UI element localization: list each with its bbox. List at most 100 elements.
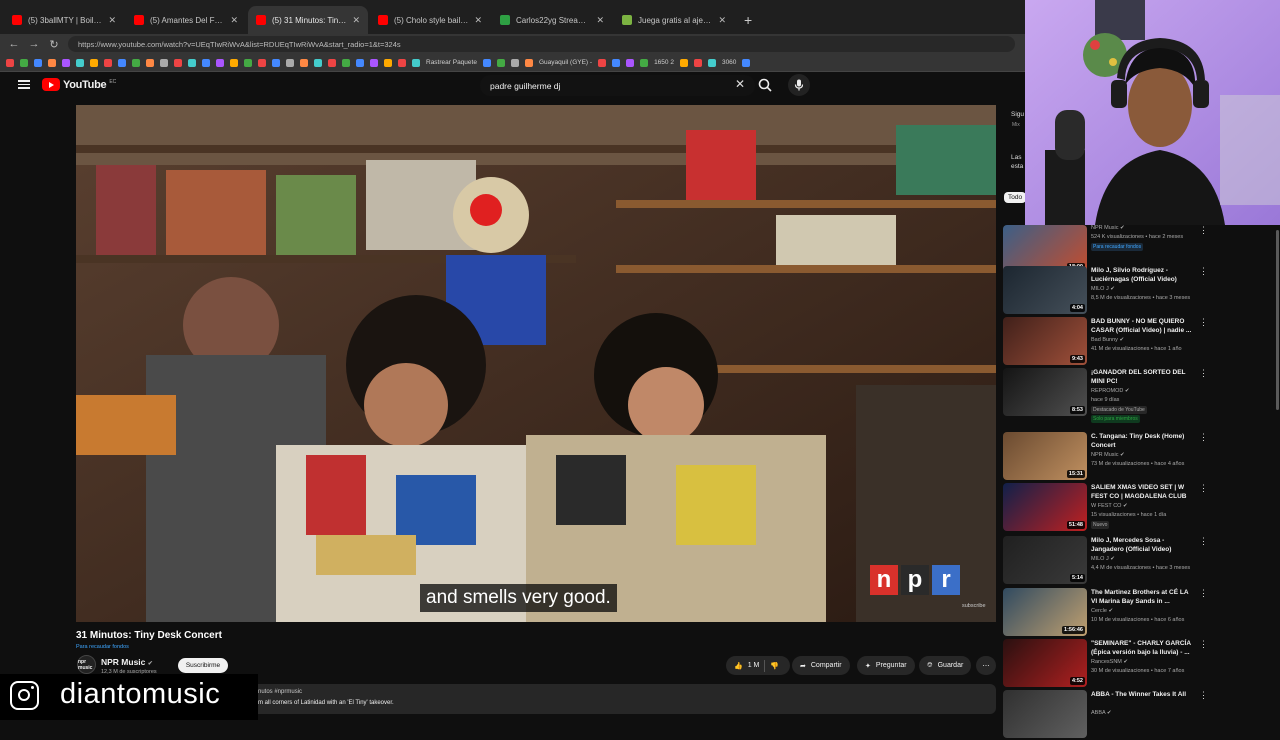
recommendation-title[interactable]: ABBA - The Winner Takes It All	[1091, 690, 1195, 699]
bookmark-icon[interactable]	[76, 58, 84, 67]
recommendation-channel[interactable]: W FEST CO ✔	[1091, 503, 1128, 509]
recommendation-item[interactable]: 5:14 Milo J, Mercedes Sosa - Jangadero (O…	[1003, 536, 1273, 586]
tab-close-icon[interactable]: ✕	[352, 15, 360, 26]
bookmark-icon[interactable]	[640, 58, 649, 67]
more-options-icon[interactable]: ⋮	[1199, 588, 1208, 599]
recommendation-thumbnail[interactable]: 4:52	[1003, 639, 1087, 687]
bookmark-icon[interactable]	[20, 58, 28, 67]
bookmark-icon[interactable]	[412, 58, 420, 67]
filter-chip-all[interactable]: Todo	[1004, 192, 1027, 203]
browser-tab[interactable]: (5) Cholo style bailando cumbia re ✕	[370, 6, 490, 34]
recommendation-title[interactable]: BAD BUNNY - NO ME QUIERO CASAR (Official…	[1091, 317, 1195, 335]
tab-close-icon[interactable]: ✕	[596, 15, 604, 26]
bookmark-icon[interactable]	[612, 58, 621, 67]
bookmark-icon[interactable]	[679, 58, 688, 67]
recommendation-channel[interactable]: MILO J ✔	[1091, 556, 1115, 562]
menu-icon[interactable]	[18, 78, 30, 91]
more-options-icon[interactable]: ⋮	[1199, 483, 1208, 494]
recommendation-item[interactable]: 9:43 BAD BUNNY - NO ME QUIERO CASAR (Offi…	[1003, 317, 1273, 367]
channel-name[interactable]: NPR Music ✔	[101, 657, 153, 667]
bookmark-icon[interactable]	[524, 58, 533, 67]
bookmark-label[interactable]: Guayaquil (GYE) -	[539, 59, 592, 66]
reload-icon[interactable]: ↻	[48, 38, 60, 51]
recommendation-item[interactable]: 8:53 ¡GANADOR DEL SORTEO DEL MINI PC! REPR…	[1003, 368, 1273, 423]
subscribe-button[interactable]: Suscribirme	[178, 658, 228, 673]
recommendation-thumbnail[interactable]: 9:43	[1003, 317, 1087, 365]
more-options-icon[interactable]: ⋮	[1199, 432, 1208, 443]
new-tab-button[interactable]: +	[736, 12, 760, 34]
recommendation-item[interactable]: 15:31 C. Tangana: Tiny Desk (Home) Concer…	[1003, 432, 1273, 482]
bookmark-icon[interactable]	[482, 58, 491, 67]
bookmark-icon[interactable]	[62, 58, 70, 67]
bookmark-icon[interactable]	[342, 58, 350, 67]
recommendation-channel[interactable]: NPR Music ✔	[1091, 452, 1125, 458]
bookmark-icon[interactable]	[202, 58, 210, 67]
save-button[interactable]: ⎊ Guardar	[919, 656, 972, 675]
address-bar[interactable]: https://www.youtube.com/watch?v=UEqTIwRi…	[68, 36, 1015, 52]
more-options-icon[interactable]: ⋮	[1199, 690, 1208, 701]
more-options-icon[interactable]: ⋮	[1199, 368, 1208, 379]
voice-search-button[interactable]	[788, 74, 810, 96]
recommendation-title[interactable]: SALIEM XMAS VIDEO SET | W FEST CO | MAGD…	[1091, 483, 1195, 501]
channel-avatar[interactable]: npr music	[77, 655, 96, 674]
recommendation-title[interactable]: The Martinez Brothers at CÉ LA VI Marina…	[1091, 588, 1195, 606]
browser-tab[interactable]: Carlos22yg Stream - Watch L ✕	[492, 6, 612, 34]
bookmark-icon[interactable]	[370, 58, 378, 67]
bookmark-icon[interactable]	[118, 58, 126, 67]
recommendation-channel[interactable]: Bad Bunny ✔	[1091, 337, 1124, 343]
recommendation-item[interactable]: ABBA - The Winner Takes It All ABBA ✔ ⋮	[1003, 690, 1273, 740]
recommendation-thumbnail[interactable]: 1:56:46	[1003, 588, 1087, 636]
browser-tab[interactable]: Juega gratis al ajedrez online con ✕	[614, 6, 734, 34]
recommendation-channel[interactable]: RancesSNM ✔	[1091, 659, 1128, 665]
bookmark-icon[interactable]	[707, 58, 716, 67]
bookmark-icon[interactable]	[160, 58, 168, 67]
recommendation-channel[interactable]: REPROMOD ✔	[1091, 388, 1130, 394]
recommendation-channel[interactable]: ABBA ✔	[1091, 710, 1112, 716]
search-input[interactable]: padre guilherme dj	[480, 75, 755, 96]
recommendation-thumbnail[interactable]: 15:31	[1003, 432, 1087, 480]
share-button[interactable]: ➦ Compartir	[792, 656, 850, 675]
bookmark-icon[interactable]	[174, 58, 182, 67]
clear-search-icon[interactable]: ✕	[735, 77, 745, 91]
tab-close-icon[interactable]: ✕	[718, 15, 726, 26]
bookmark-icon[interactable]	[216, 58, 224, 67]
bookmark-icon[interactable]	[693, 58, 702, 67]
sidebar-scrollbar[interactable]	[1276, 230, 1279, 410]
bookmark-icon[interactable]	[146, 58, 154, 67]
browser-tab[interactable]: (5) Amantes Del Futuro | Boiler Ro ✕	[126, 6, 246, 34]
bookmark-icon[interactable]	[314, 58, 322, 67]
bookmark-icon[interactable]	[6, 58, 14, 67]
bookmark-icon[interactable]	[132, 58, 140, 67]
more-options-icon[interactable]: ⋮	[1199, 225, 1208, 236]
more-options-icon[interactable]: ⋮	[1199, 639, 1208, 650]
bookmark-icon[interactable]	[328, 58, 336, 67]
bookmark-icon[interactable]	[34, 58, 42, 67]
bookmark-label[interactable]: 3060	[722, 59, 736, 66]
ask-button[interactable]: ✦ Preguntar	[857, 656, 915, 675]
more-actions-button[interactable]: ⋯	[976, 656, 996, 675]
video-player[interactable]	[76, 105, 996, 622]
recommendation-title[interactable]: Milo J, Mercedes Sosa - Jangadero (Offic…	[1091, 536, 1195, 554]
recommendation-title[interactable]: Milo J, Silvio Rodríguez - Luciérnagas (…	[1091, 266, 1195, 284]
bookmark-icon[interactable]	[244, 58, 252, 67]
recommendation-thumbnail[interactable]: 4:04	[1003, 266, 1087, 314]
fundraiser-link[interactable]: Para recaudar fondos	[76, 644, 129, 650]
bookmark-icon[interactable]	[356, 58, 364, 67]
tab-close-icon[interactable]: ✕	[108, 15, 116, 26]
bookmark-icon[interactable]	[598, 58, 607, 67]
bookmark-label[interactable]: Rastrear Paquete	[426, 59, 477, 66]
bookmark-icon[interactable]	[384, 58, 392, 67]
bookmark-icon[interactable]	[188, 58, 196, 67]
more-options-icon[interactable]: ⋮	[1199, 317, 1208, 328]
recommendation-title[interactable]: "SEMINARE" - CHARLY GARCÍA (Épica versió…	[1091, 639, 1195, 657]
recommendation-title[interactable]: ¡GANADOR DEL SORTEO DEL MINI PC!	[1091, 368, 1195, 386]
bookmark-icon[interactable]	[286, 58, 294, 67]
recommendation-item[interactable]: 1:56:46 The Martinez Brothers at CÉ LA VI…	[1003, 588, 1273, 638]
bookmark-icon[interactable]	[272, 58, 280, 67]
browser-tab[interactable]: (5) 3ballMTY | Boiler Room: SYSTE ✕	[4, 6, 124, 34]
recommendation-item[interactable]: 4:52 "SEMINARE" - CHARLY GARCÍA (Épica ve…	[1003, 639, 1273, 689]
bookmark-icon[interactable]	[90, 58, 98, 67]
recommendation-thumbnail[interactable]: 5:14	[1003, 536, 1087, 584]
bookmark-icon[interactable]	[300, 58, 308, 67]
youtube-logo[interactable]: YouTube EC	[42, 78, 116, 91]
